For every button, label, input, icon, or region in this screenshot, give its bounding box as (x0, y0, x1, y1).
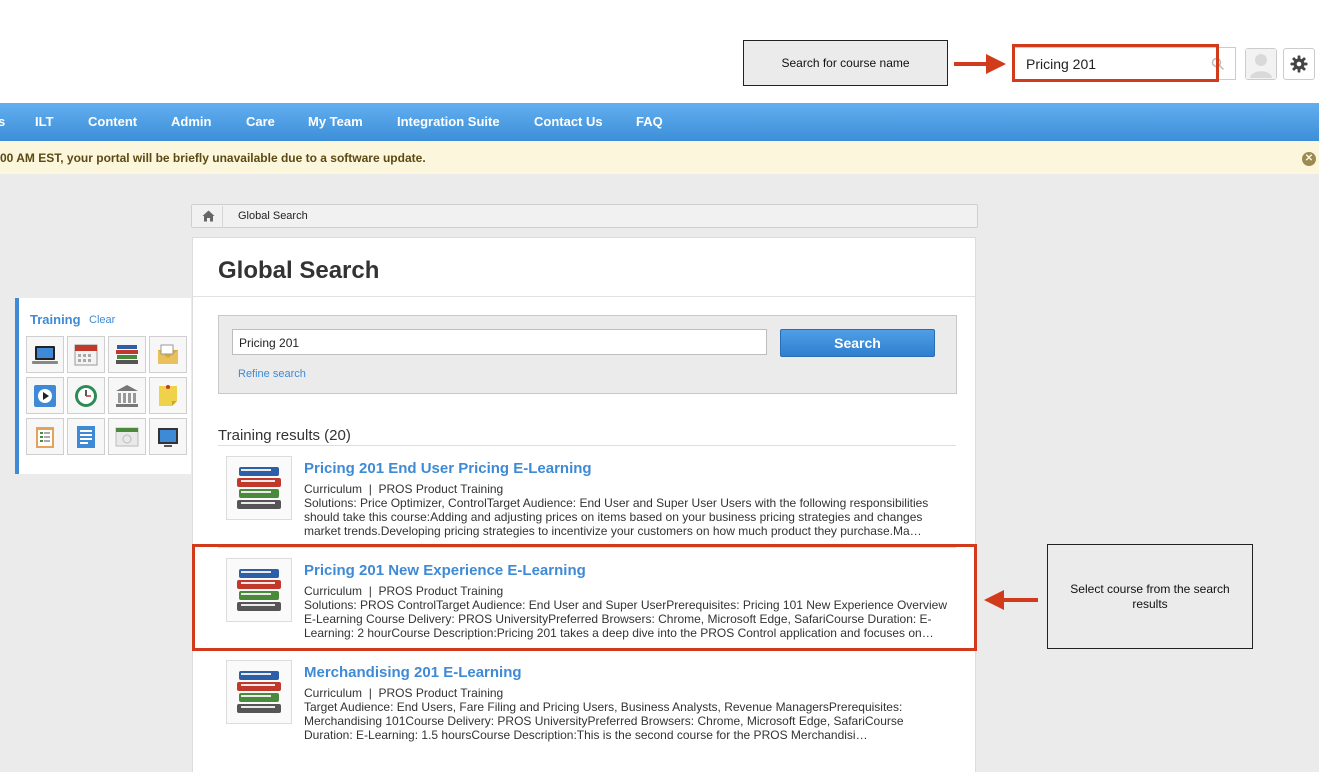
nav-item-faq[interactable]: FAQ (636, 103, 663, 141)
nav-item-content[interactable]: Content (88, 103, 137, 141)
nav-item-care[interactable]: Care (246, 103, 275, 141)
result-meta: Curriculum | PROS Product Training (304, 482, 503, 496)
breadcrumb-divider (222, 206, 223, 228)
page-title: Global Search (218, 257, 380, 284)
laptop-icon[interactable] (26, 336, 64, 373)
nav-item-admin[interactable]: Admin (171, 103, 211, 141)
meta-separator: | (368, 482, 372, 496)
result-type: Curriculum (304, 686, 363, 700)
monitor-icon[interactable] (149, 418, 187, 455)
select-instruction-callout: Select course from the search results (1047, 544, 1253, 649)
result-meta: Curriculum | PROS Product Training (304, 584, 503, 598)
result-type: Curriculum (304, 482, 363, 496)
result-provider: PROS Product Training (378, 482, 504, 496)
maintenance-banner: 00 AM EST, your portal will be briefly u… (0, 141, 1319, 174)
result-meta: Curriculum | PROS Product Training (304, 686, 503, 700)
nav-item-partial[interactable]: s (0, 103, 5, 141)
note-icon[interactable] (149, 377, 187, 414)
calendar-icon[interactable] (67, 336, 105, 373)
clear-link[interactable]: Clear (89, 314, 115, 326)
meta-separator: | (368, 686, 372, 700)
checklist-icon[interactable] (26, 418, 64, 455)
books-icon (226, 456, 292, 520)
result-provider: PROS Product Training (378, 584, 504, 598)
result-type: Curriculum (304, 584, 363, 598)
video-icon[interactable] (26, 377, 64, 414)
nav-item-ilt[interactable]: ILT (35, 103, 54, 141)
divider (193, 296, 975, 297)
result-description: Solutions: PROS ControlTarget Audience: … (304, 598, 947, 640)
nav-item-my-team[interactable]: My Team (308, 103, 363, 141)
global-search-input[interactable]: Pricing 201 (1013, 47, 1236, 80)
callout-text: Search for course name (781, 55, 910, 70)
search-instruction-callout: Search for course name (743, 40, 948, 86)
result-description: Target Audience: End Users, Fare Filing … (304, 700, 904, 742)
result-item[interactable]: Pricing 201 End User Pricing E-Learning … (218, 446, 956, 548)
meta-separator: | (368, 584, 372, 598)
books-icon[interactable] (108, 336, 146, 373)
breadcrumb: Global Search (191, 204, 978, 228)
nav-item-integration-suite[interactable]: Integration Suite (397, 103, 500, 141)
arrow-right-icon (954, 54, 1006, 74)
result-title-link[interactable]: Pricing 201 New Experience E-Learning (304, 562, 586, 579)
books-icon (226, 660, 292, 724)
avatar-icon (1246, 49, 1276, 79)
result-item[interactable]: Merchandising 201 E-Learning Curriculum … (218, 650, 956, 768)
gear-icon (1290, 55, 1308, 73)
refine-search-link[interactable]: Refine search (238, 368, 306, 380)
banner-message: 00 AM EST, your portal will be briefly u… (0, 151, 426, 165)
sidebar-title: Training (30, 312, 81, 327)
envelope-icon[interactable] (149, 336, 187, 373)
result-title-link[interactable]: Pricing 201 End User Pricing E-Learning (304, 460, 592, 477)
document-icon[interactable] (67, 418, 105, 455)
global-search-value: Pricing 201 (1026, 56, 1097, 72)
clock-icon[interactable] (67, 377, 105, 414)
breadcrumb-current: Global Search (238, 210, 308, 222)
training-filter-panel: Training Clear (15, 298, 191, 474)
close-icon[interactable]: ✕ (1302, 152, 1316, 166)
web-page-icon[interactable] (108, 418, 146, 455)
result-item[interactable]: Pricing 201 New Experience E-Learning Cu… (218, 548, 956, 650)
arrow-left-icon (984, 590, 1038, 610)
search-panel: Pricing 201 Search Refine search (218, 315, 957, 394)
results-heading: Training results (20) (218, 427, 351, 444)
result-title-link[interactable]: Merchandising 201 E-Learning (304, 664, 522, 681)
search-input[interactable]: Pricing 201 (232, 329, 767, 355)
settings-button[interactable] (1283, 48, 1315, 80)
home-icon[interactable] (202, 210, 215, 222)
library-icon[interactable] (108, 377, 146, 414)
nav-item-contact-us[interactable]: Contact Us (534, 103, 603, 141)
callout-text: Select course from the search results (1070, 581, 1230, 611)
search-icon[interactable] (1211, 57, 1225, 71)
result-description: Solutions: Price Optimizer, ControlTarge… (304, 496, 929, 538)
search-input-value: Pricing 201 (239, 336, 300, 350)
user-avatar-button[interactable] (1245, 48, 1277, 80)
global-search-card: Global Search Pricing 201 Search Refine … (192, 237, 976, 772)
search-button[interactable]: Search (780, 329, 935, 357)
result-provider: PROS Product Training (378, 686, 504, 700)
main-nav: s ILT Content Admin Care My Team Integra… (0, 103, 1319, 141)
books-icon (226, 558, 292, 622)
